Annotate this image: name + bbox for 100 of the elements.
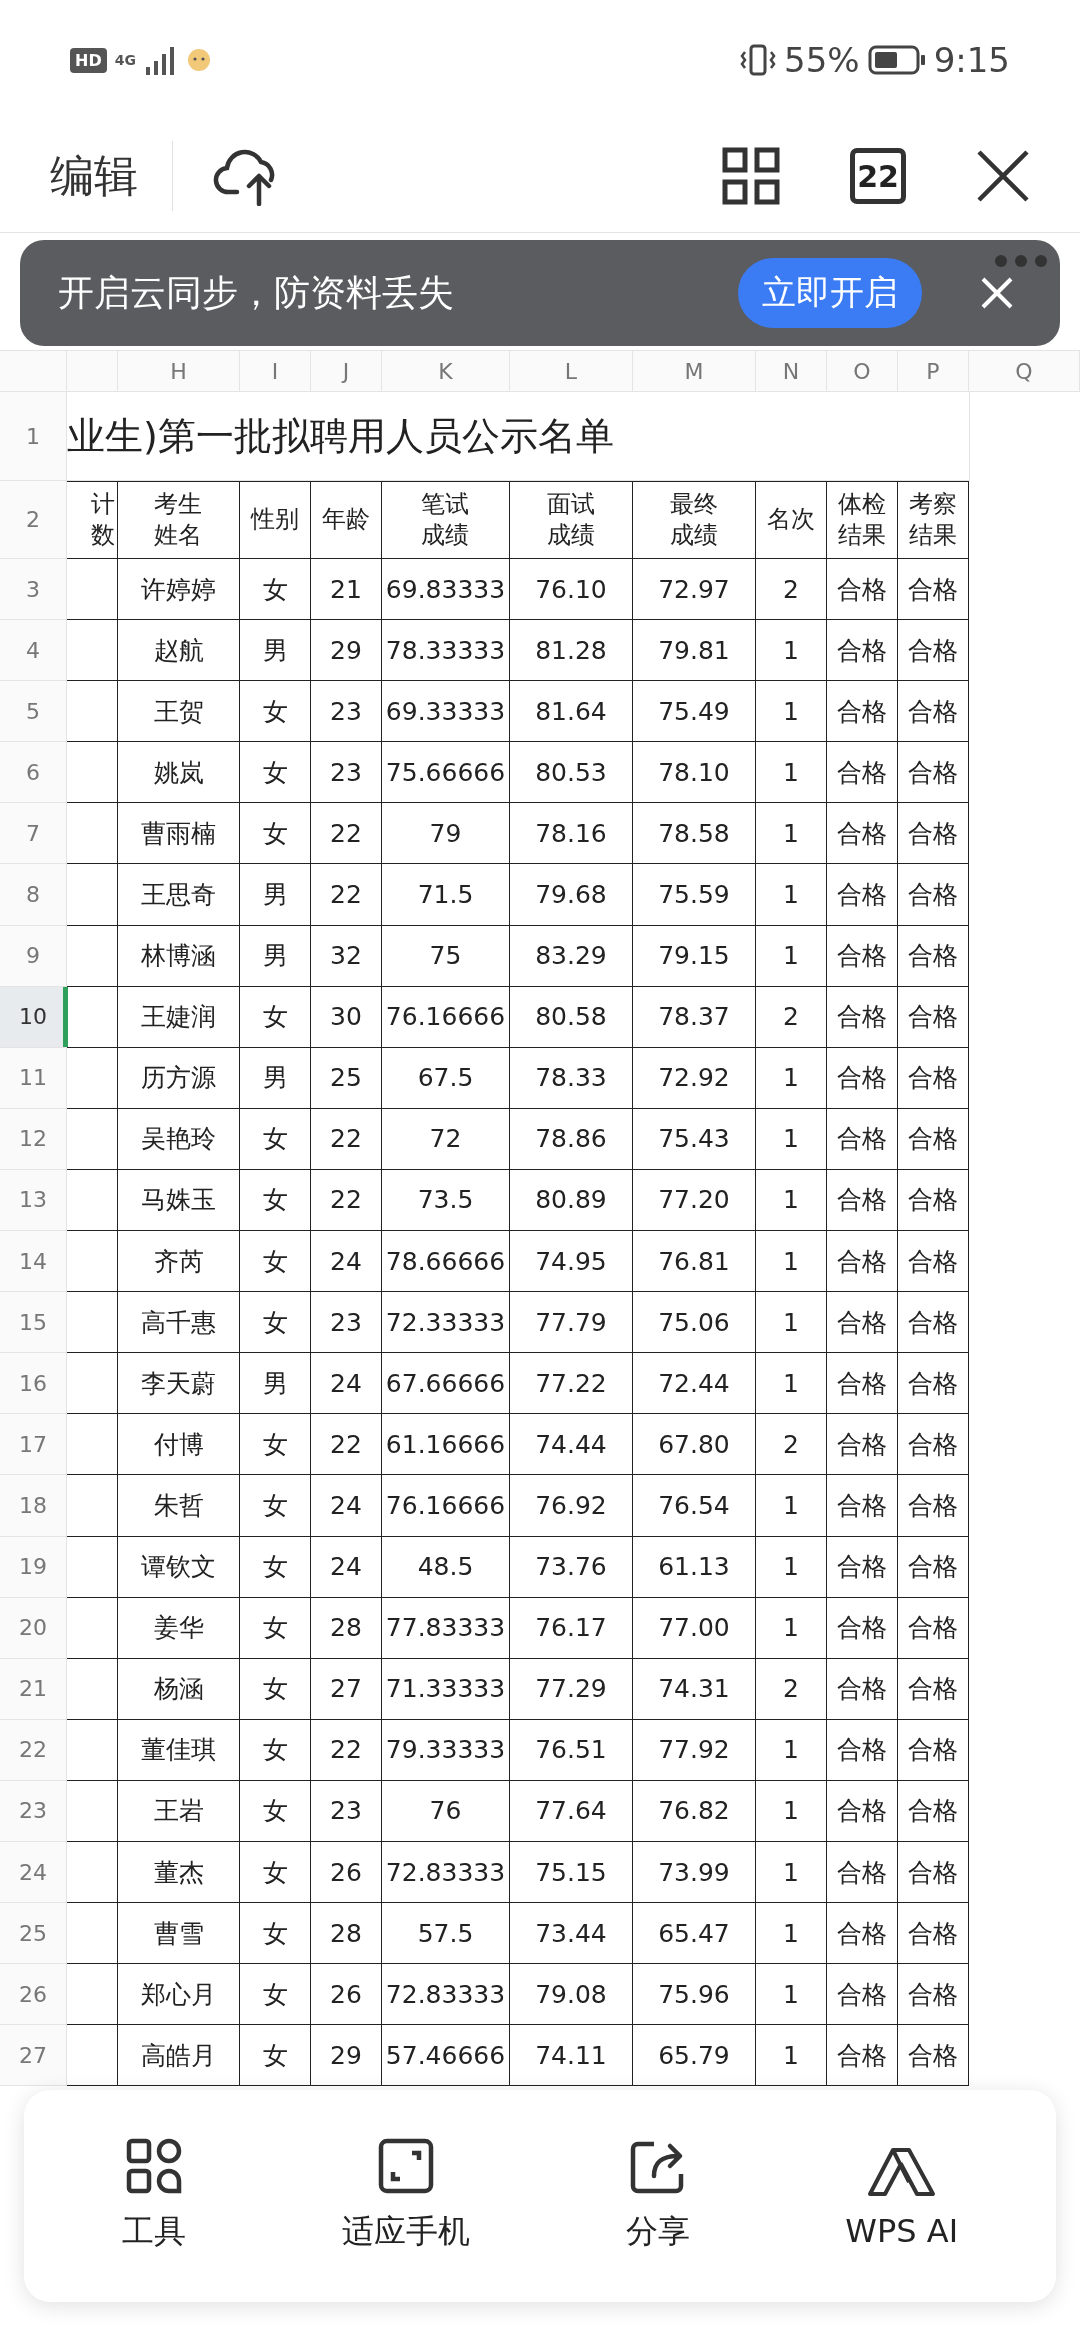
table-cell: 合格 [827,925,898,987]
column-letter[interactable]: K [382,351,510,392]
row-number[interactable]: 13 [0,1169,67,1232]
table-cell: 女 [240,986,311,1048]
row-number[interactable]: 24 [0,1841,67,1904]
table-cell: 女 [240,1658,311,1720]
close-icon[interactable] [976,149,1030,203]
table-cell: 79.08 [510,1964,633,2026]
row-number[interactable]: 18 [0,1475,67,1537]
row-number[interactable]: 14 [0,1231,67,1293]
table-cell: 马姝玉 [118,1169,240,1232]
table-cell: 76.54 [633,1475,756,1537]
row-number[interactable]: 15 [0,1292,67,1354]
table-cell [67,2025,118,2087]
table-cell: 77.29 [510,1658,633,1720]
column-letter[interactable]: Q [969,351,1080,392]
row-number[interactable]: 26 [0,1964,67,2026]
row-number[interactable]: 11 [0,1047,67,1109]
column-letter[interactable]: O [827,351,898,392]
table-cell [67,1903,118,1965]
table-cell: 80.53 [510,742,633,804]
row-number[interactable]: 21 [0,1658,67,1720]
table-cell: 1 [756,1536,827,1598]
table-cell: 75.43 [633,1108,756,1170]
tab-count-button[interactable]: 22 [850,148,906,204]
table-cell [67,1658,118,1720]
row-number[interactable]: 27 [0,2025,67,2087]
toolbar-item[interactable]: 工具 [111,2138,196,2254]
table-cell: 57.46666 [382,2025,510,2087]
table-cell: 77.83333 [382,1597,510,1659]
table-cell: 合格 [827,1719,898,1781]
clock-time: 9:15 [933,40,1010,80]
column-header: 考生姓名 [153,488,204,551]
table-cell: 女 [240,1903,311,1965]
table-cell: 1 [756,1964,827,2026]
grid-icon[interactable] [722,147,780,205]
table-cell: 朱哲 [118,1475,240,1537]
table-cell: 1 [756,620,827,682]
table-cell: 75 [382,925,510,987]
table-cell: 合格 [827,1964,898,2026]
row-number[interactable]: 12 [0,1108,67,1170]
row-number[interactable]: 25 [0,1903,67,1965]
table-cell: 1 [756,681,827,743]
toolbar-item[interactable]: 适应手机 [331,2138,480,2254]
table-cell: 合格 [898,1536,969,1598]
table-cell: 57.5 [382,1903,510,1965]
edit-button[interactable]: 编辑 [50,146,138,206]
table-cell: 32 [311,925,382,987]
row-number[interactable]: 22 [0,1719,67,1781]
table-cell: 女 [240,1841,311,1904]
table-cell: 81.64 [510,681,633,743]
row-number[interactable]: 10 [0,986,67,1048]
row-number[interactable]: 23 [0,1780,67,1842]
row-number[interactable]: 5 [0,681,67,743]
toolbar-item[interactable]: WPS AI [835,2142,969,2250]
row-number[interactable]: 9 [0,925,67,987]
column-letter[interactable]: P [898,351,969,392]
table-cell: 1 [756,864,827,926]
row-number[interactable]: 20 [0,1597,67,1659]
column-header: 名次 [767,504,815,536]
table-cell: 72 [382,1108,510,1170]
row-number[interactable]: 17 [0,1414,67,1476]
table-cell: 谭钦文 [118,1536,240,1598]
column-letter[interactable]: N [756,351,827,392]
row-number[interactable]: 19 [0,1536,67,1598]
row-number[interactable]: 4 [0,620,67,682]
table-cell: 30 [311,986,382,1048]
face-icon [185,47,212,73]
table-cell [67,681,118,743]
table-cell: 78.10 [633,742,756,804]
table-cell: 69.33333 [382,681,510,743]
row-number[interactable]: 1 [0,392,67,481]
table-cell: 王岩 [118,1780,240,1842]
column-letter[interactable]: J [311,351,382,392]
table-cell: 72.92 [633,1047,756,1109]
row-number[interactable]: 7 [0,803,67,865]
row-number[interactable]: 6 [0,742,67,804]
enable-sync-button[interactable]: 立即开启 [738,258,922,328]
battery-icon [867,45,926,75]
table-cell: 78.86 [510,1108,633,1170]
table-cell: 76.17 [510,1597,633,1659]
table-cell: 合格 [827,1658,898,1720]
column-letter[interactable]: L [510,351,633,392]
column-letter[interactable]: H [118,351,240,392]
table-cell: 1 [756,2025,827,2087]
column-letter[interactable]: I [240,351,311,392]
table-cell: 1 [756,1169,827,1232]
table-cell: 女 [240,803,311,865]
toolbar-item[interactable]: 分享 [615,2138,700,2254]
table-cell: 2 [756,559,827,621]
table-cell: 22 [311,1719,382,1781]
column-letter[interactable]: M [633,351,756,392]
row-number[interactable]: 2 [0,481,67,559]
row-number[interactable]: 16 [0,1353,67,1415]
table-cell: 姜华 [118,1597,240,1659]
table-cell [67,620,118,682]
row-number[interactable]: 3 [0,559,67,621]
table-cell: 21 [311,559,382,621]
table-cell: 合格 [898,1964,969,2026]
row-number[interactable]: 8 [0,864,67,926]
